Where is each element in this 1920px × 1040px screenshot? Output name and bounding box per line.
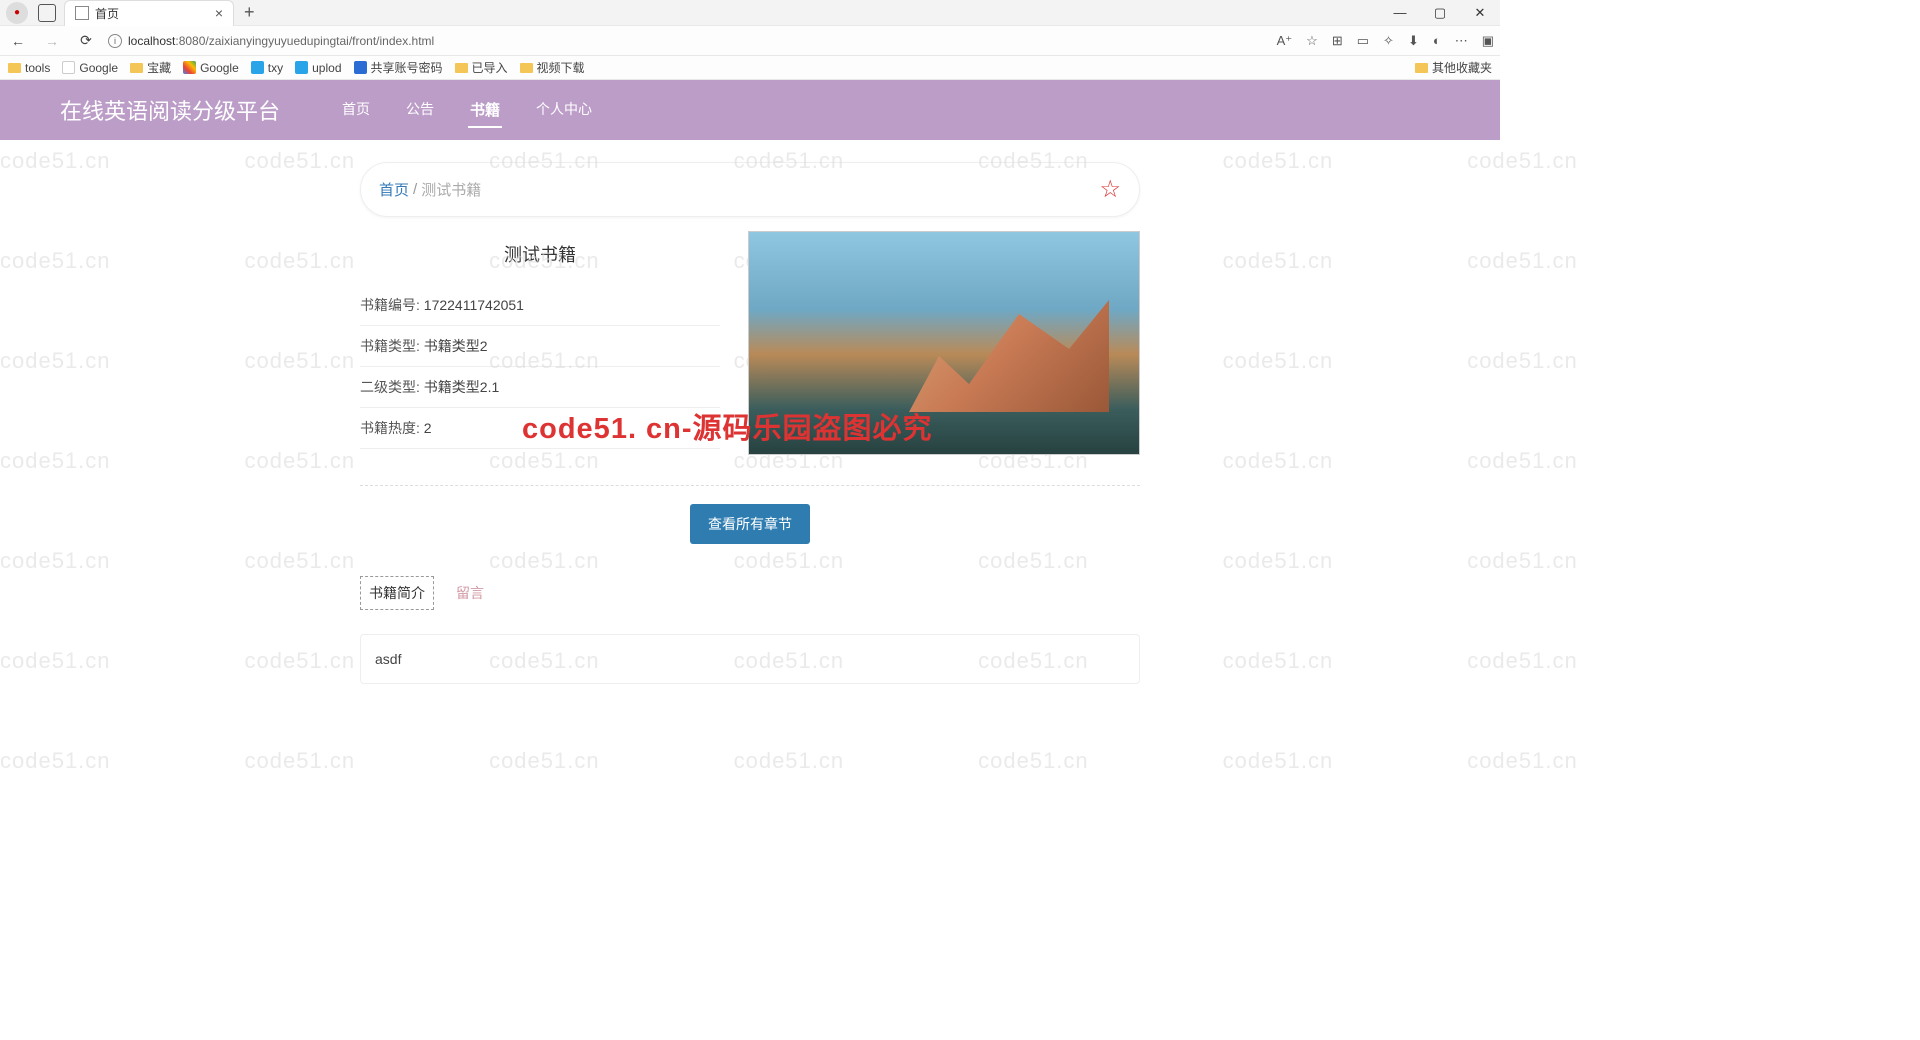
app-header: 在线英语阅读分级平台 首页 公告 书籍 个人中心 xyxy=(0,80,1500,140)
window-controls: — ▢ ✕ xyxy=(1380,0,1500,26)
read-aloud-icon[interactable]: A⁺ xyxy=(1277,33,1293,49)
tab-actions-icon[interactable] xyxy=(38,4,56,22)
address-bar: ← → ⟳ i localhost :8080/zaixianyingyuyue… xyxy=(0,26,1500,56)
book-field-row: 书籍类型: 书籍类型2 xyxy=(360,326,720,367)
bookmark-video-download[interactable]: 视频下载 xyxy=(520,59,585,76)
divider xyxy=(360,485,1140,486)
page-icon xyxy=(75,6,89,20)
view-chapters-button[interactable]: 查看所有章节 xyxy=(690,504,810,544)
nav-profile[interactable]: 个人中心 xyxy=(534,93,594,128)
browser-titlebar: ● 首页 × + — ▢ ✕ xyxy=(0,0,1500,26)
extensions-icon[interactable]: ⊞ xyxy=(1332,33,1343,49)
main-nav: 首页 公告 书籍 个人中心 xyxy=(340,93,594,128)
forward-button[interactable]: → xyxy=(40,33,64,49)
back-button[interactable]: ← xyxy=(6,33,30,49)
bookmark-imported[interactable]: 已导入 xyxy=(455,59,508,76)
close-tab-icon[interactable]: × xyxy=(215,5,223,21)
watermark-center: code51. cn-源码乐园盗图必究 xyxy=(522,405,933,447)
url-host: localhost xyxy=(128,34,175,48)
tab-title: 首页 xyxy=(95,5,119,22)
more-menu-icon[interactable]: ⋯ xyxy=(1455,33,1468,49)
detail-tabs: 书籍简介 留言 xyxy=(360,576,1140,610)
breadcrumb-current: 测试书籍 xyxy=(421,179,481,200)
intro-content: asdf xyxy=(360,634,1140,684)
bookmark-share-account[interactable]: 共享账号密码 xyxy=(354,59,443,76)
favorites-bar-icon[interactable]: ✧ xyxy=(1383,33,1394,49)
book-title: 测试书籍 xyxy=(360,241,720,267)
watermark-row: code51.cncode51.cncode51.cncode51.cncode… xyxy=(0,748,1500,774)
bookmark-tools[interactable]: tools xyxy=(8,61,50,75)
bookmark-uplod[interactable]: uplod xyxy=(295,61,341,75)
bookmark-google2[interactable]: Google xyxy=(183,61,239,75)
bookmark-baozang[interactable]: 宝藏 xyxy=(130,59,171,76)
profile-avatar[interactable]: ● xyxy=(6,2,28,24)
breadcrumb: 首页 / 测试书籍 ☆ xyxy=(360,162,1140,217)
nav-home[interactable]: 首页 xyxy=(340,93,372,128)
url-field[interactable]: i localhost :8080/zaixianyingyuyueduping… xyxy=(108,34,1267,48)
brand-title: 在线英语阅读分级平台 xyxy=(60,94,280,126)
other-bookmarks[interactable]: 其他收藏夹 xyxy=(1415,59,1492,76)
performance-icon[interactable]: ◐ xyxy=(1433,33,1441,48)
maximize-button[interactable]: ▢ xyxy=(1420,0,1460,26)
favorite-icon[interactable]: ☆ xyxy=(1306,33,1318,49)
book-field-row: 二级类型: 书籍类型2.1 xyxy=(360,367,720,408)
tab-intro[interactable]: 书籍简介 xyxy=(360,576,434,610)
refresh-button[interactable]: ⟳ xyxy=(74,32,98,49)
breadcrumb-sep: / xyxy=(413,181,417,198)
url-path: :8080/zaixianyingyuyuedupingtai/front/in… xyxy=(175,34,434,48)
collections-icon[interactable]: ▭ xyxy=(1357,33,1369,49)
browser-tab[interactable]: 首页 × xyxy=(64,0,234,26)
new-tab-button[interactable]: + xyxy=(244,2,255,23)
downloads-icon[interactable]: ⬇ xyxy=(1408,33,1419,49)
bookmarks-bar: tools Google 宝藏 Google txy uplod 共享账号密码 … xyxy=(0,56,1500,80)
breadcrumb-home[interactable]: 首页 xyxy=(379,179,409,200)
favorite-star-icon[interactable]: ☆ xyxy=(1099,175,1121,204)
book-field-row: 书籍编号: 1722411742051 xyxy=(360,285,720,326)
site-info-icon[interactable]: i xyxy=(108,34,122,48)
nav-notice[interactable]: 公告 xyxy=(404,93,436,128)
bookmark-google[interactable]: Google xyxy=(62,61,118,75)
minimize-button[interactable]: — xyxy=(1380,0,1420,26)
bookmark-txy[interactable]: txy xyxy=(251,61,283,75)
sidebar-icon[interactable]: ▣ xyxy=(1482,33,1494,49)
close-window-button[interactable]: ✕ xyxy=(1460,0,1500,26)
tab-comment[interactable]: 留言 xyxy=(448,577,492,609)
nav-books[interactable]: 书籍 xyxy=(468,93,502,128)
